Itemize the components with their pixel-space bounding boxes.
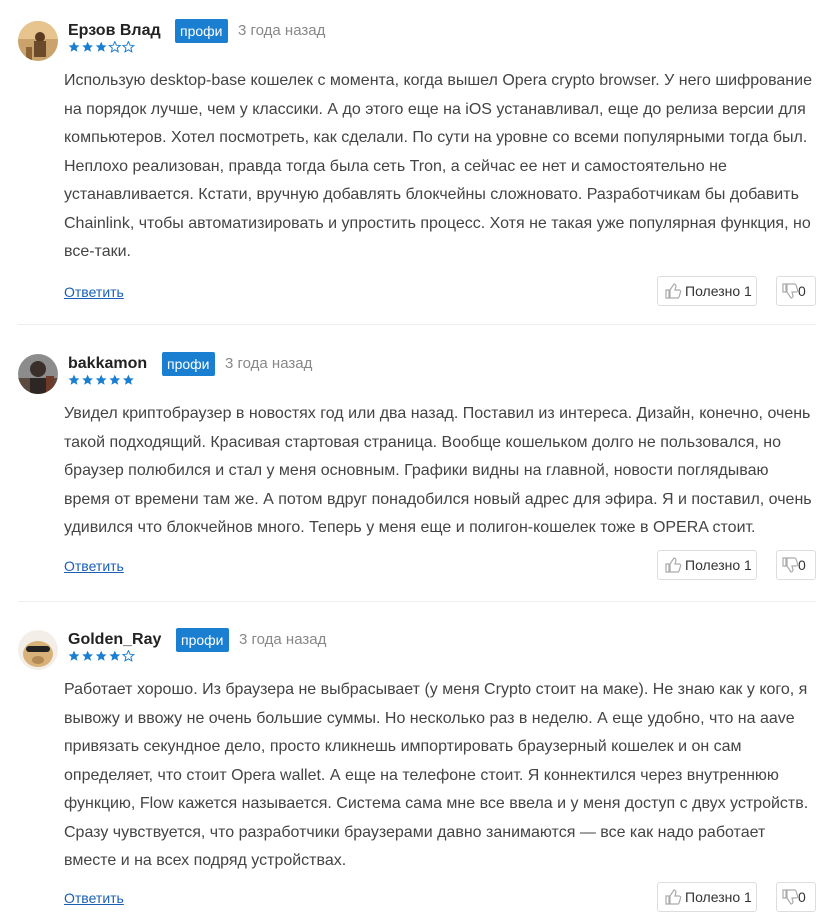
star-filled-icon <box>82 41 93 52</box>
thumbs-up-icon <box>664 282 682 303</box>
star-filled-icon <box>95 650 107 661</box>
useful-button[interactable]: Полезно 1 <box>657 882 757 912</box>
not-useful-count: 0 <box>798 557 806 573</box>
useful-button[interactable]: Полезно 1 <box>657 550 757 580</box>
thumbs-up-icon <box>664 556 682 577</box>
rating-stars <box>68 41 138 55</box>
thumbs-down-icon <box>782 282 799 303</box>
avatar[interactable] <box>18 21 58 61</box>
star-filled-icon <box>68 650 80 661</box>
rating-stars <box>68 650 138 664</box>
reply-link[interactable]: Ответить <box>64 557 124 575</box>
not-useful-count: 0 <box>798 889 806 905</box>
useful-label: Полезно 1 <box>685 557 752 573</box>
star-filled-icon <box>109 374 121 385</box>
author-name[interactable]: Golden_Ray <box>68 630 161 650</box>
star-filled-icon <box>82 650 93 661</box>
reply-link[interactable]: Ответить <box>64 283 124 301</box>
useful-label: Полезно 1 <box>685 889 752 905</box>
divider <box>18 601 816 602</box>
review-date: 3 года назад <box>225 355 313 372</box>
review-text: Увидел криптобраузер в новостях год или … <box>64 405 812 536</box>
author-name[interactable]: Ерзов Влад <box>68 21 161 41</box>
not-useful-button[interactable]: 0 <box>776 276 816 306</box>
thumbs-down-icon <box>782 556 799 577</box>
useful-button[interactable]: Полезно 1 <box>657 276 757 306</box>
star-filled-icon <box>123 374 134 385</box>
not-useful-count: 0 <box>798 283 806 299</box>
star-empty-icon <box>121 41 136 53</box>
review-text: Работает хорошо. Из браузера не выбрасыв… <box>64 681 809 869</box>
pro-badge: профи <box>162 352 215 376</box>
avatar[interactable] <box>18 354 58 394</box>
thumbs-down-icon <box>782 888 799 909</box>
star-filled-icon <box>109 650 121 661</box>
star-empty-icon <box>121 650 136 662</box>
divider <box>18 324 816 325</box>
pro-badge: профи <box>175 19 228 43</box>
pro-badge: профи <box>176 628 229 652</box>
review-text: Использую desktop-base кошелек с момента… <box>64 72 812 260</box>
author-name[interactable]: bakkamon <box>68 354 147 374</box>
star-empty-icon <box>108 41 122 53</box>
star-filled-icon <box>68 374 80 385</box>
thumbs-up-icon <box>664 888 682 909</box>
avatar[interactable] <box>18 630 58 670</box>
rating-stars <box>68 374 138 388</box>
review-date: 3 года назад <box>239 631 327 648</box>
not-useful-button[interactable]: 0 <box>776 882 816 912</box>
star-filled-icon <box>68 41 80 52</box>
useful-label: Полезно 1 <box>685 283 752 299</box>
star-filled-icon <box>95 41 107 52</box>
not-useful-button[interactable]: 0 <box>776 550 816 580</box>
star-filled-icon <box>95 374 107 385</box>
review-date: 3 года назад <box>238 22 326 39</box>
star-filled-icon <box>82 374 93 385</box>
reply-link[interactable]: Ответить <box>64 889 124 907</box>
